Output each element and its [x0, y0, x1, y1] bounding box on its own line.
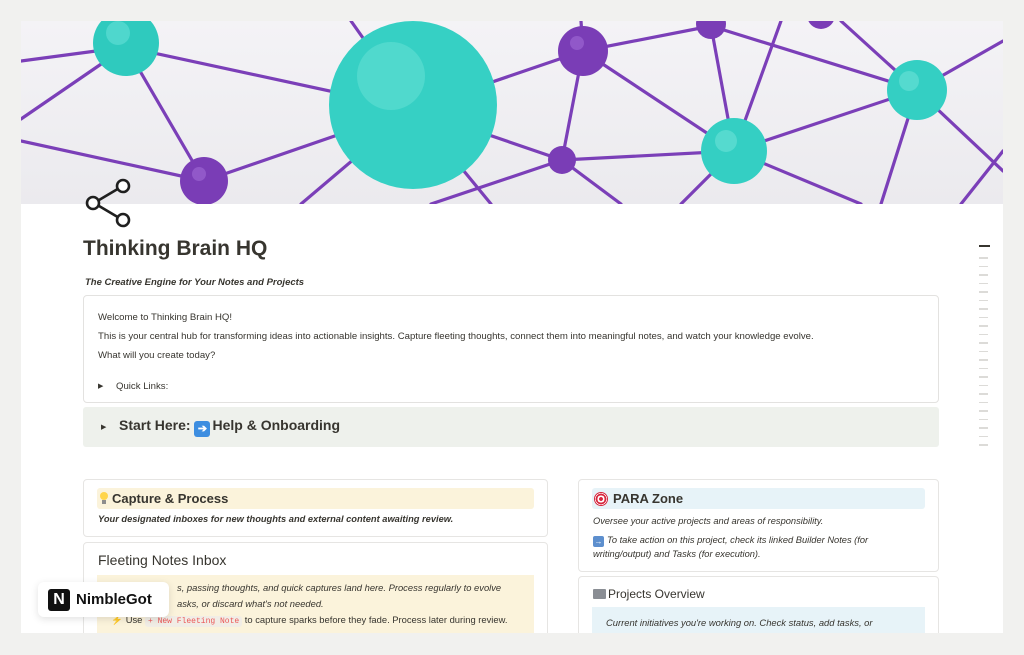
toc-marker[interactable] [979, 359, 988, 361]
share-nodes-icon[interactable] [83, 177, 135, 229]
toc-marker[interactable] [979, 342, 988, 344]
para-zone-description: Oversee your active projects and areas o… [593, 516, 824, 526]
capture-process-title: Capture & Process [112, 491, 229, 506]
toc-marker[interactable] [979, 308, 988, 310]
start-here-suffix: Help & Onboarding [212, 417, 341, 433]
start-here-label: Start Here: ➔ Help & Onboarding [119, 417, 340, 437]
toc-marker[interactable] [979, 410, 988, 412]
toc-marker[interactable] [979, 333, 988, 335]
capture-process-card: Capture & Process Your designated inboxe… [83, 479, 548, 537]
nimblegot-watermark: N NimbleGot [38, 582, 169, 617]
fleeting-notes-text-1: s, passing thoughts, and quick captures … [177, 582, 502, 593]
info-badge-icon: → [593, 536, 604, 547]
nimblegot-logo-icon: N [48, 588, 70, 611]
toc-marker[interactable] [979, 435, 988, 437]
folder-icon [593, 589, 606, 599]
toggle-triangle-icon[interactable]: ▶ [101, 423, 111, 431]
right-arrow-emoji-icon: ➔ [194, 421, 211, 437]
welcome-line: Welcome to Thinking Brain HQ! [98, 312, 233, 323]
toc-marker[interactable] [979, 350, 988, 352]
toc-marker[interactable] [979, 282, 988, 284]
toc-marker[interactable] [979, 444, 988, 446]
toc-marker[interactable] [979, 367, 988, 369]
table-of-contents-rail[interactable] [979, 245, 993, 453]
toc-marker[interactable] [979, 325, 988, 327]
toc-marker[interactable] [979, 384, 988, 386]
toc-active-marker[interactable] [979, 245, 990, 247]
use-suffix: to capture sparks before they fade. Proc… [244, 614, 508, 625]
start-here-toggle[interactable]: ▶ Start Here: ➔ Help & Onboarding [83, 407, 939, 447]
para-zone-title: PARA Zone [613, 491, 684, 506]
network-illustration [21, 21, 1003, 204]
page-frame: Thinking Brain HQ The Creative Engine fo… [21, 21, 1003, 633]
page-subtitle: The Creative Engine for Your Notes and P… [85, 277, 305, 288]
projects-overview-callout: Current initiatives you're working on. C… [592, 607, 925, 633]
toc-marker[interactable] [979, 274, 988, 276]
welcome-description: This is your central hub for transformin… [98, 331, 814, 342]
toc-marker[interactable] [979, 376, 988, 378]
fleeting-notes-text-2: asks, or discard what's not needed. [177, 598, 324, 609]
para-zone-heading[interactable]: PARA Zone [592, 488, 925, 509]
toc-marker[interactable] [979, 427, 988, 429]
projects-overview-heading[interactable]: Projects Overview [593, 587, 924, 601]
toc-marker[interactable] [979, 291, 988, 293]
capture-process-heading[interactable]: Capture & Process [97, 488, 534, 509]
projects-overview-card: Projects Overview Current initiatives yo… [578, 576, 939, 633]
new-fleeting-note-button[interactable]: + New Fleeting Note [144, 616, 243, 627]
para-zone-note: → To take action on this project, check i… [593, 533, 924, 561]
welcome-callout: Welcome to Thinking Brain HQ! This is yo… [83, 295, 939, 403]
lightbulb-icon [99, 492, 109, 505]
toc-marker[interactable] [979, 257, 988, 259]
toc-marker[interactable] [979, 401, 988, 403]
toc-marker[interactable] [979, 316, 988, 318]
fleeting-notes-use-row: ⚡ Use + New Fleeting Note to capture spar… [111, 612, 528, 630]
toc-marker[interactable] [979, 265, 988, 267]
toc-marker[interactable] [979, 418, 988, 420]
nimblegot-brand: NimbleGot [76, 591, 152, 608]
cover-image[interactable] [21, 21, 1003, 204]
toc-marker[interactable] [979, 393, 988, 395]
capture-process-description: Your designated inboxes for new thoughts… [98, 514, 454, 524]
quick-links-toggle[interactable]: ▶ Quick Links: [98, 377, 924, 396]
projects-overview-title: Projects Overview [608, 587, 705, 601]
target-icon [594, 491, 608, 506]
start-here-prefix: Start Here: [119, 417, 195, 433]
quick-links-label: Quick Links: [116, 381, 169, 392]
toc-marker[interactable] [979, 299, 988, 301]
para-zone-card: PARA Zone Oversee your active projects a… [578, 479, 939, 572]
para-zone-note-text: To take action on this project, check it… [593, 535, 869, 559]
welcome-question: What will you create today? [98, 350, 216, 361]
toggle-triangle-icon[interactable]: ▶ [98, 377, 108, 396]
fleeting-notes-heading[interactable]: Fleeting Notes Inbox [98, 552, 533, 568]
page-title[interactable]: Thinking Brain HQ [83, 237, 267, 261]
